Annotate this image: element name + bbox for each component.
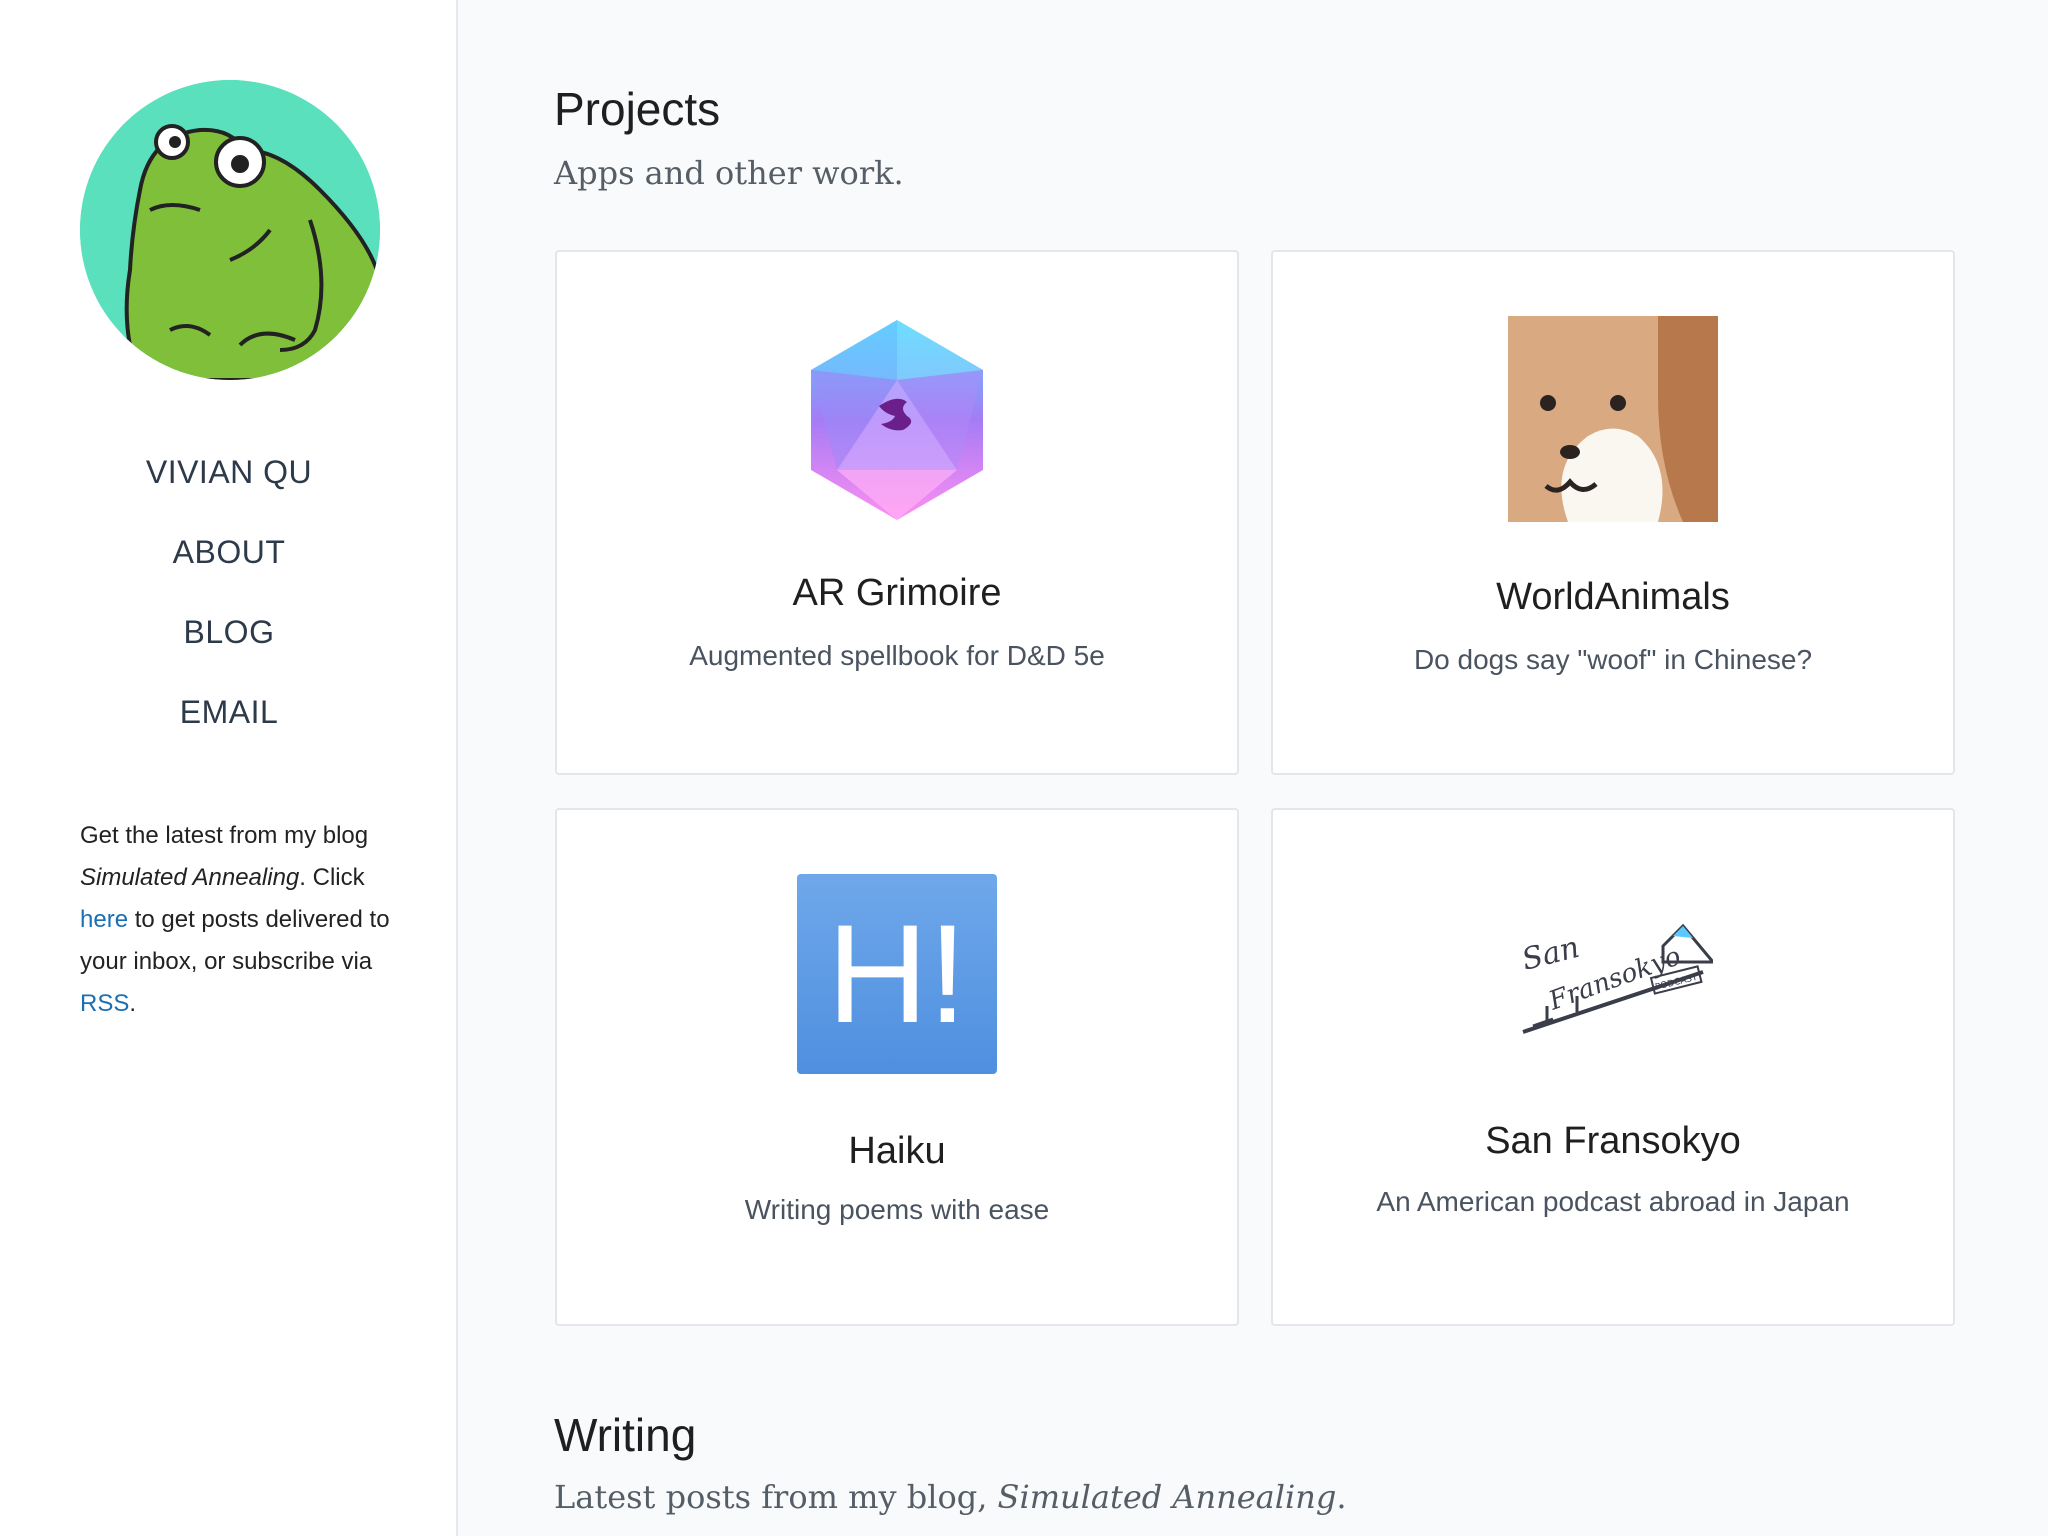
blurb-click-text: Click <box>305 864 365 891</box>
rss-link[interactable]: RSS <box>80 990 129 1017</box>
writing-subtitle-end: . <box>1336 1478 1347 1516</box>
nav-link-email[interactable]: EMAIL <box>0 680 458 760</box>
nav-link-about[interactable]: ABOUT <box>0 520 458 600</box>
project-title[interactable]: Haiku <box>557 1130 1237 1173</box>
avatar-frog[interactable] <box>80 80 380 380</box>
newsletter-blurb: Get the latest from my blog Simulated An… <box>80 815 400 1025</box>
project-title[interactable]: San Fransokyo <box>1273 1120 1953 1163</box>
blurb-text: Get the latest from my blog <box>80 822 369 849</box>
san-fransokyo-logo: San Fransokyo PODCAST <box>1513 914 1717 1044</box>
project-title[interactable]: AR Grimoire <box>557 572 1237 615</box>
writing-subtitle-prefix: Latest posts from my blog, <box>554 1478 998 1516</box>
project-card-san-fransokyo[interactable]: San Fransokyo PODCAST San Fransokyo An A… <box>1271 808 1955 1326</box>
projects-heading: Projects <box>554 83 721 135</box>
dog-face-icon <box>1508 316 1718 522</box>
blurb-period: . <box>299 864 306 891</box>
haiku-h-icon: H! <box>797 874 997 1074</box>
svg-text:San: San <box>1518 930 1583 978</box>
sidebar: VIVIAN QU ABOUT BLOG EMAIL Get the lates… <box>0 0 458 1536</box>
project-description: An American podcast abroad in Japan <box>1376 1186 1850 1217</box>
frog-illustration-icon <box>80 80 380 380</box>
nav-link-blog[interactable]: BLOG <box>0 600 458 680</box>
project-description: Augmented spellbook for D&D 5e <box>689 640 1105 671</box>
d20-dice-icon <box>807 318 987 522</box>
project-card-ar-grimoire[interactable]: AR Grimoire Augmented spellbook for D&D … <box>555 250 1239 775</box>
project-card-haiku[interactable]: H! Haiku Writing poems with ease <box>555 808 1239 1326</box>
writing-subtitle: Latest posts from my blog, Simulated Ann… <box>554 1478 1346 1516</box>
writing-subtitle-blog: Simulated Annealing <box>997 1478 1337 1516</box>
writing-heading: Writing <box>554 1409 697 1461</box>
project-card-worldanimals[interactable]: WorldAnimals Do dogs say "woof" in Chine… <box>1271 250 1955 775</box>
subscribe-here-link[interactable]: here <box>80 906 128 933</box>
nav-link-home[interactable]: VIVIAN QU <box>0 440 458 520</box>
project-description: Writing poems with ease <box>744 1194 1050 1225</box>
project-title[interactable]: WorldAnimals <box>1273 576 1953 619</box>
blurb-blog-name: Simulated Annealing <box>80 864 300 891</box>
project-description: Do dogs say "woof" in Chinese? <box>1413 644 1813 675</box>
sidebar-nav: VIVIAN QU ABOUT BLOG EMAIL <box>0 440 458 760</box>
projects-subtitle: Apps and other work. <box>554 154 904 192</box>
blurb-end: . <box>129 990 137 1017</box>
